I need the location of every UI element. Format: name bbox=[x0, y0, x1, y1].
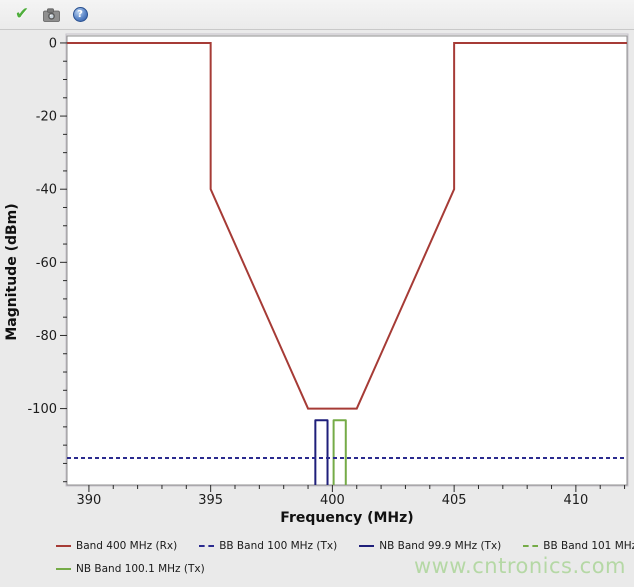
legend-label: NB Band 100.1 MHz (Tx) bbox=[76, 563, 205, 575]
y-tick-label: -60 bbox=[36, 256, 57, 271]
y-tick-label: -20 bbox=[36, 110, 57, 125]
x-tick-label: 405 bbox=[442, 493, 467, 508]
legend-marker-icon bbox=[56, 568, 71, 570]
y-axis-title: Magnitude (dBm) bbox=[4, 203, 20, 340]
legend-marker-icon bbox=[359, 545, 374, 547]
x-axis-title: Frequency (MHz) bbox=[280, 510, 413, 526]
legend-marker-icon bbox=[199, 545, 214, 547]
watermark-text: www.cntronics.com bbox=[414, 554, 626, 578]
legend-label: Band 400 MHz (Rx) bbox=[76, 540, 177, 552]
application-window: ✔ ? 390 395 400 405 410 0 -20 -40 -60 -80 -100 Fre… bbox=[0, 0, 634, 587]
legend-label: NB Band 99.9 MHz (Tx) bbox=[379, 540, 501, 552]
camera-icon[interactable] bbox=[41, 5, 61, 25]
legend-item[interactable]: BB Band 100 MHz (Tx) bbox=[199, 540, 337, 552]
y-tick-label: -40 bbox=[36, 183, 57, 198]
legend-label: BB Band 101 MHz (Tx) bbox=[543, 540, 634, 552]
x-tick-label: 390 bbox=[76, 493, 101, 508]
plot-area[interactable] bbox=[67, 36, 627, 485]
x-tick-label: 410 bbox=[563, 493, 588, 508]
toolbar: ✔ ? bbox=[0, 0, 634, 30]
y-tick-label: -80 bbox=[36, 329, 57, 344]
y-tick-label: -100 bbox=[27, 402, 57, 417]
help-glyph: ? bbox=[73, 7, 88, 22]
confirm-check-icon[interactable]: ✔ bbox=[12, 5, 32, 25]
legend-item[interactable]: Band 400 MHz (Rx) bbox=[56, 540, 177, 552]
legend-marker-icon bbox=[56, 545, 71, 547]
check-glyph: ✔ bbox=[15, 6, 29, 23]
x-tick-label: 400 bbox=[320, 493, 345, 508]
x-tick-label: 395 bbox=[198, 493, 223, 508]
camera-glyph bbox=[43, 8, 60, 22]
legend-item[interactable]: NB Band 99.9 MHz (Tx) bbox=[359, 540, 501, 552]
legend-marker-icon bbox=[523, 545, 538, 547]
legend-label: BB Band 100 MHz (Tx) bbox=[219, 540, 337, 552]
legend-item[interactable]: NB Band 100.1 MHz (Tx) bbox=[56, 563, 205, 575]
help-icon[interactable]: ? bbox=[70, 5, 90, 25]
chart-canvas: 390 395 400 405 410 0 -20 -40 -60 -80 -100 Frequen… bbox=[0, 31, 634, 536]
y-tick-label: 0 bbox=[49, 36, 57, 51]
legend-item[interactable]: BB Band 101 MHz (Tx) bbox=[523, 540, 634, 552]
